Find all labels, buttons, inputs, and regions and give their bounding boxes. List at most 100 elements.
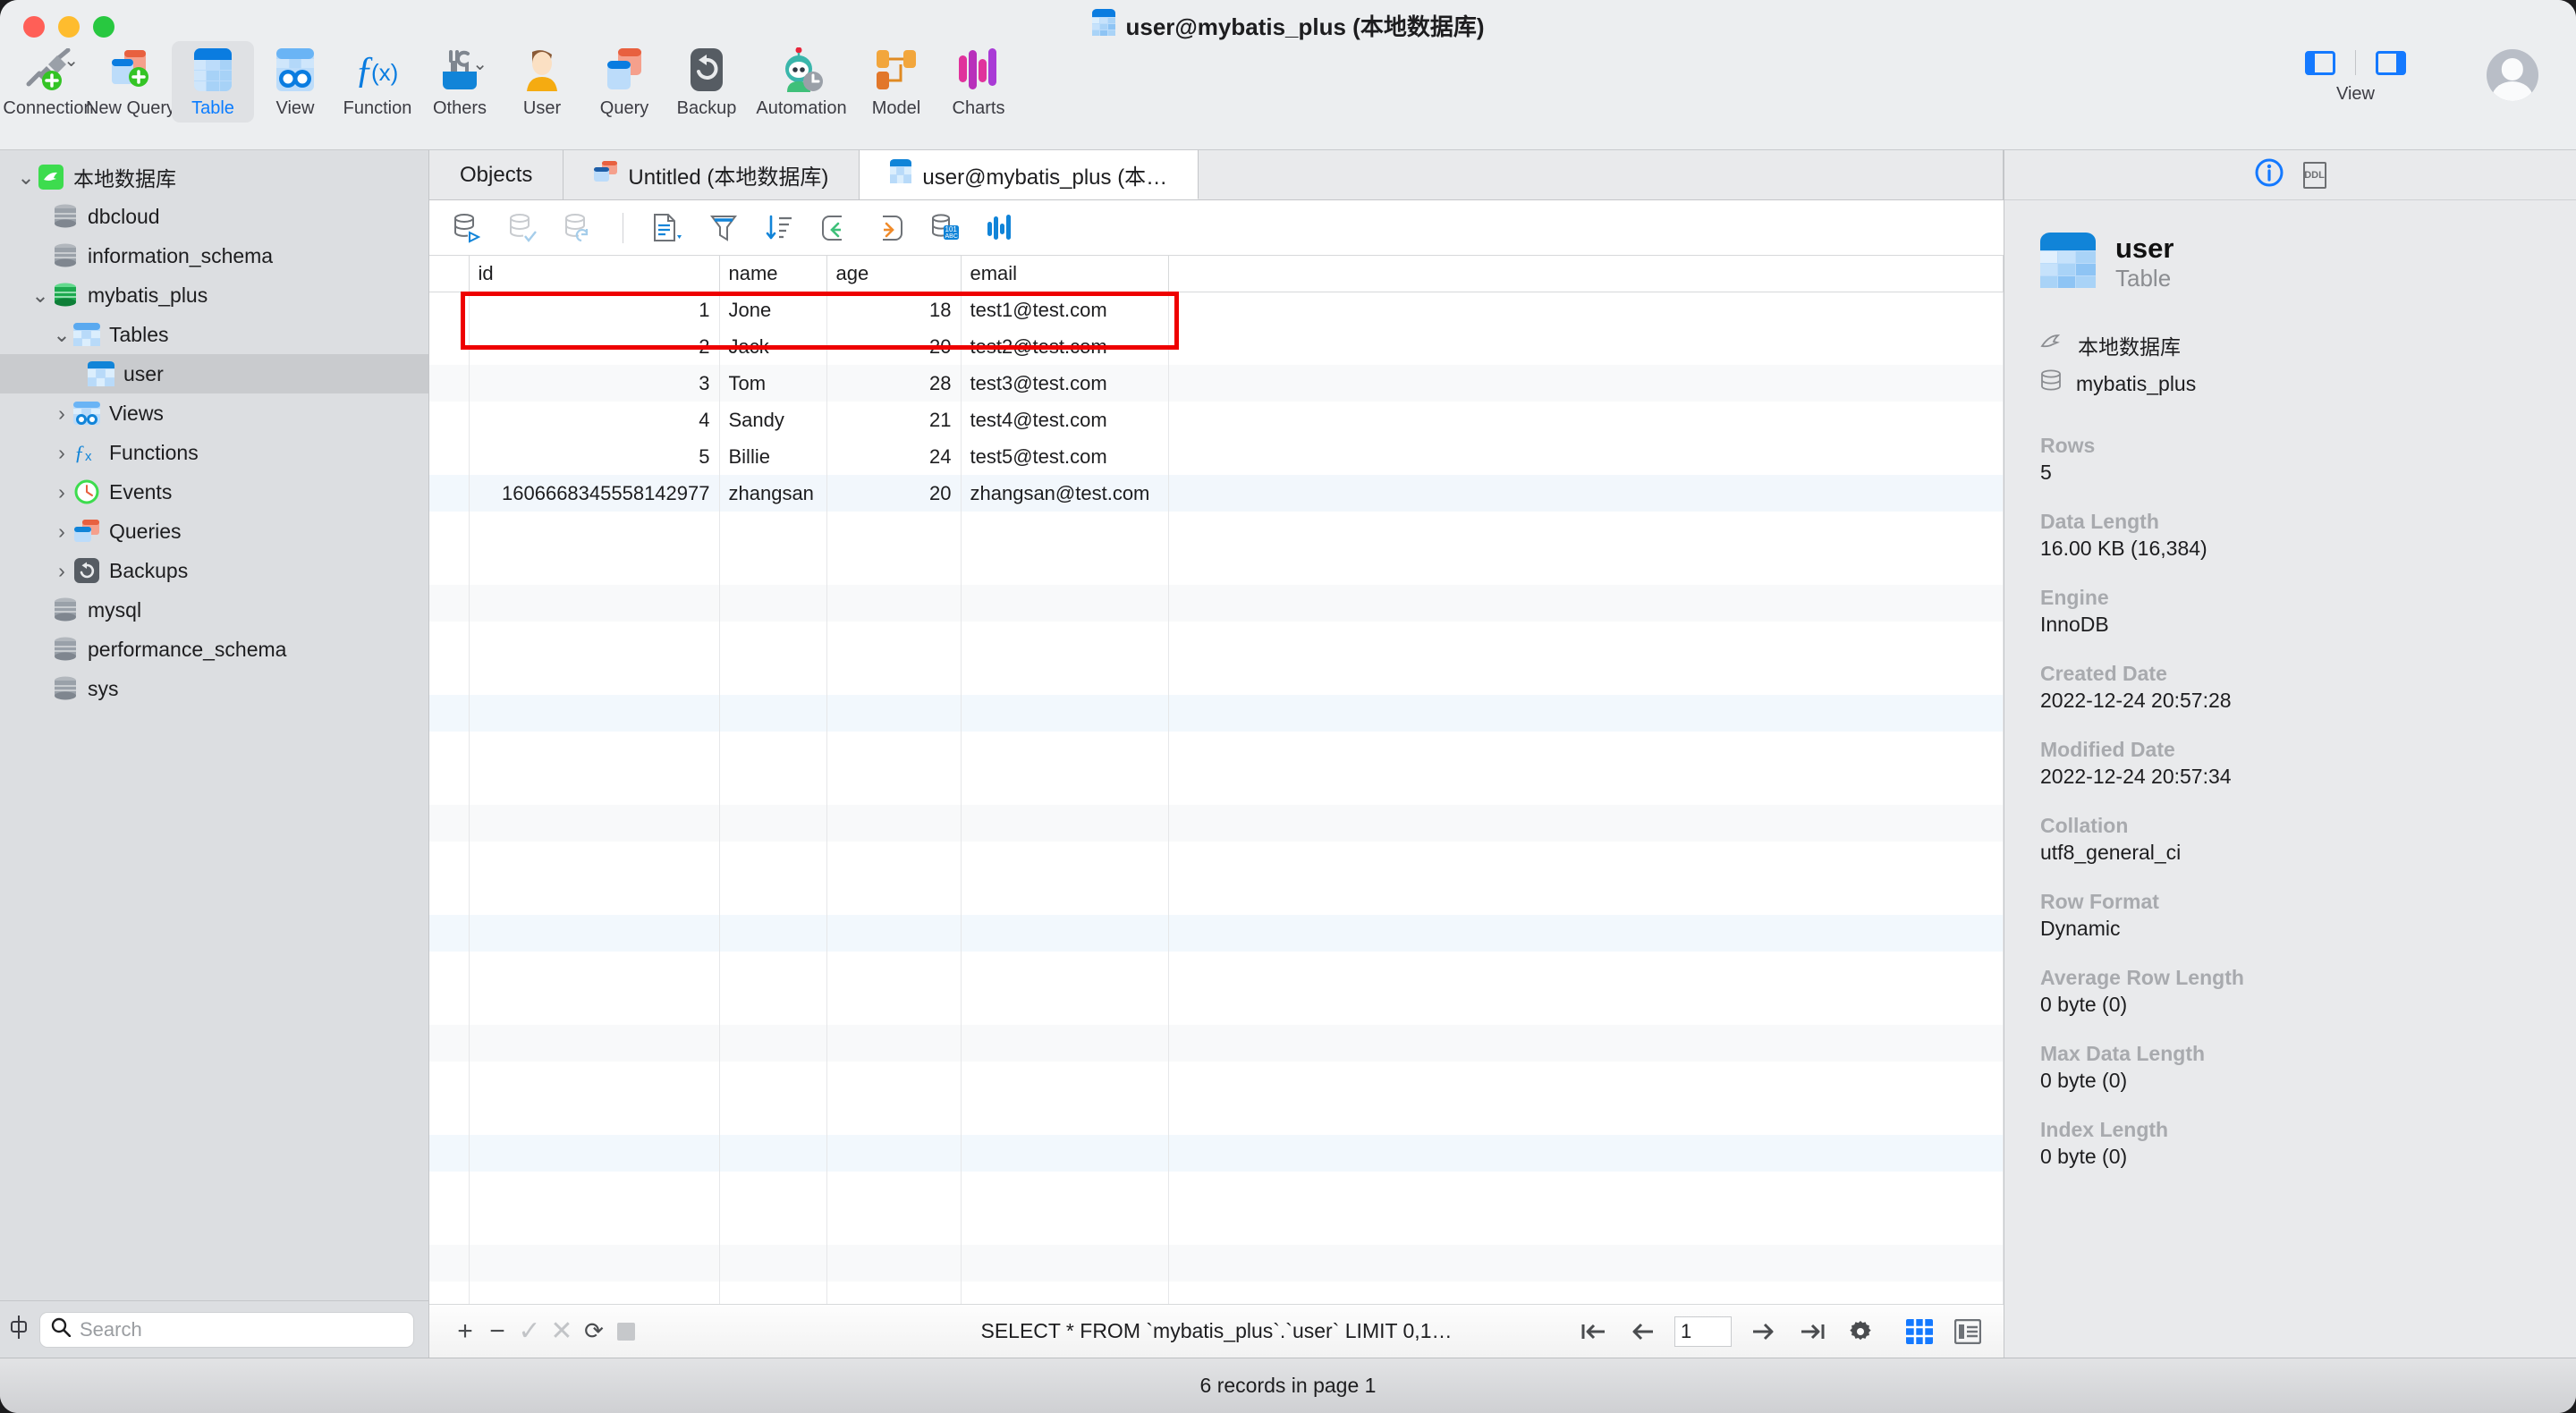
- row-handle[interactable]: [429, 328, 470, 365]
- table-row-highlighted[interactable]: 1606668345558142977 zhangsan 20 zhangsan…: [429, 475, 2004, 512]
- prev-page-icon[interactable]: [1626, 1316, 1658, 1348]
- table-row[interactable]: 2 Jack 20 test2@test.com: [429, 328, 2004, 365]
- cell-name[interactable]: Jone: [719, 292, 827, 328]
- chevron-down-icon[interactable]: ⌄: [14, 165, 38, 190]
- table-row-empty[interactable]: [429, 658, 2004, 695]
- chevron-down-icon[interactable]: ⌄: [64, 52, 79, 70]
- cell-age[interactable]: 20: [826, 328, 962, 365]
- tree-node-sys[interactable]: sys: [0, 669, 428, 708]
- tree-node-local-connection[interactable]: ⌄ 本地数据库: [0, 157, 428, 197]
- toggle-left-sidebar-icon[interactable]: [2305, 50, 2335, 75]
- cell-name[interactable]: Tom: [719, 365, 827, 402]
- ddl-icon[interactable]: DDL: [2302, 161, 2326, 189]
- cell-email[interactable]: test2@test.com: [961, 328, 1169, 365]
- table-row-empty[interactable]: [429, 512, 2004, 548]
- toggle-right-sidebar-icon[interactable]: [2376, 50, 2406, 75]
- toolbar-button-user[interactable]: User: [501, 41, 583, 123]
- cell-id[interactable]: 1: [469, 292, 720, 328]
- redo-icon[interactable]: [874, 212, 906, 244]
- table-row-empty[interactable]: [429, 878, 2004, 915]
- tree-node-performance-schema[interactable]: performance_schema: [0, 630, 428, 669]
- minimize-window-button[interactable]: [58, 16, 80, 38]
- cell-age[interactable]: 24: [826, 438, 962, 475]
- table-row-empty[interactable]: [429, 585, 2004, 622]
- table-row-empty[interactable]: [429, 732, 2004, 768]
- cell-name[interactable]: Jack: [719, 328, 827, 365]
- cell-id[interactable]: 2: [469, 328, 720, 365]
- cell-email[interactable]: test3@test.com: [961, 365, 1169, 402]
- toolbar-button-automation[interactable]: Automation: [748, 41, 855, 123]
- table-row[interactable]: 5 Billie 24 test5@test.com: [429, 438, 2004, 475]
- form-view-icon[interactable]: [652, 212, 684, 244]
- cell-email[interactable]: test4@test.com: [961, 402, 1169, 438]
- tree-node-events[interactable]: › Events: [0, 472, 428, 512]
- cell-name[interactable]: Sandy: [719, 402, 827, 438]
- tab-objects[interactable]: Objects: [429, 150, 564, 199]
- form-view-toggle-icon[interactable]: [1952, 1316, 1984, 1348]
- cell-name[interactable]: Billie: [719, 438, 827, 475]
- pager-settings-icon[interactable]: [1844, 1316, 1877, 1348]
- toolbar-button-charts[interactable]: Charts: [937, 41, 1020, 123]
- column-header-id[interactable]: id: [469, 256, 720, 292]
- toolbar-button-table[interactable]: Table: [172, 41, 254, 123]
- cell-age[interactable]: 20: [826, 475, 962, 512]
- cell-email[interactable]: test1@test.com: [961, 292, 1169, 328]
- last-page-icon[interactable]: [1796, 1316, 1828, 1348]
- table-row[interactable]: 1 Jone 18 test1@test.com: [429, 292, 2004, 328]
- cell-id[interactable]: 4: [469, 402, 720, 438]
- row-handle[interactable]: [429, 292, 470, 328]
- toolbar-button-backup[interactable]: Backup: [665, 41, 748, 123]
- table-row[interactable]: 4 Sandy 21 test4@test.com: [429, 402, 2004, 438]
- table-row-empty[interactable]: [429, 952, 2004, 988]
- tab-user-table[interactable]: user@mybatis_plus (本…: [860, 150, 1199, 199]
- row-handle[interactable]: [429, 365, 470, 402]
- info-icon[interactable]: [2255, 158, 2284, 191]
- cell-id[interactable]: 1606668345558142977: [469, 475, 720, 512]
- table-row-empty[interactable]: [429, 768, 2004, 805]
- row-handle[interactable]: [429, 438, 470, 475]
- column-header-name[interactable]: name: [719, 256, 827, 292]
- tree-node-user-table[interactable]: user: [0, 354, 428, 393]
- table-row-empty[interactable]: [429, 805, 2004, 842]
- chevron-down-icon[interactable]: ⌄: [29, 283, 52, 308]
- toolbar-button-function[interactable]: ƒ (x) Function: [336, 41, 419, 123]
- refresh-icon[interactable]: ⟳: [578, 1316, 610, 1348]
- chevron-right-icon[interactable]: ›: [50, 480, 73, 504]
- sidebar-resize-icon[interactable]: [9, 1314, 29, 1345]
- tree-node-backups[interactable]: › Backups: [0, 551, 428, 590]
- undo-icon[interactable]: [818, 212, 851, 244]
- chevron-right-icon[interactable]: ›: [50, 402, 73, 426]
- chevron-down-icon[interactable]: ⌄: [472, 55, 487, 73]
- sort-icon[interactable]: [763, 212, 795, 244]
- table-row-empty[interactable]: [429, 622, 2004, 658]
- tree-node-mybatis-plus[interactable]: ⌄ mybatis_plus: [0, 275, 428, 315]
- tree-node-dbcloud[interactable]: dbcloud: [0, 197, 428, 236]
- column-header-email[interactable]: email: [961, 256, 1169, 292]
- grid-view-icon[interactable]: [1903, 1316, 1936, 1348]
- tree-node-views[interactable]: › Views: [0, 393, 428, 433]
- user-avatar-icon[interactable]: [2487, 49, 2538, 101]
- table-row-empty[interactable]: [429, 1282, 2004, 1304]
- toolbar-button-connection[interactable]: ⌄ Connection: [3, 41, 94, 123]
- next-page-icon[interactable]: [1748, 1316, 1780, 1348]
- cell-name[interactable]: zhangsan: [719, 475, 827, 512]
- chevron-right-icon[interactable]: ›: [50, 559, 73, 583]
- chevron-right-icon[interactable]: ›: [50, 441, 73, 465]
- cell-age[interactable]: 18: [826, 292, 962, 328]
- tree-node-queries[interactable]: › Queries: [0, 512, 428, 551]
- table-row-empty[interactable]: [429, 1098, 2004, 1135]
- toolbar-button-others[interactable]: ⌄ Others: [419, 41, 501, 123]
- tab-untitled-query[interactable]: Untitled (本地数据库): [564, 150, 860, 199]
- row-handle[interactable]: [429, 402, 470, 438]
- cell-email[interactable]: test5@test.com: [961, 438, 1169, 475]
- tree-node-tables[interactable]: ⌄ Tables: [0, 315, 428, 354]
- tree-node-functions[interactable]: › ƒx Functions: [0, 433, 428, 472]
- page-number-input[interactable]: [1674, 1316, 1732, 1347]
- toolbar-button-query[interactable]: Query: [583, 41, 665, 123]
- table-row-empty[interactable]: [429, 1025, 2004, 1062]
- add-row-icon[interactable]: +: [449, 1316, 481, 1348]
- first-page-icon[interactable]: [1578, 1316, 1610, 1348]
- histogram-icon[interactable]: [985, 212, 1017, 244]
- cell-id[interactable]: 3: [469, 365, 720, 402]
- raw-value-icon[interactable]: 101 ABC: [929, 212, 962, 244]
